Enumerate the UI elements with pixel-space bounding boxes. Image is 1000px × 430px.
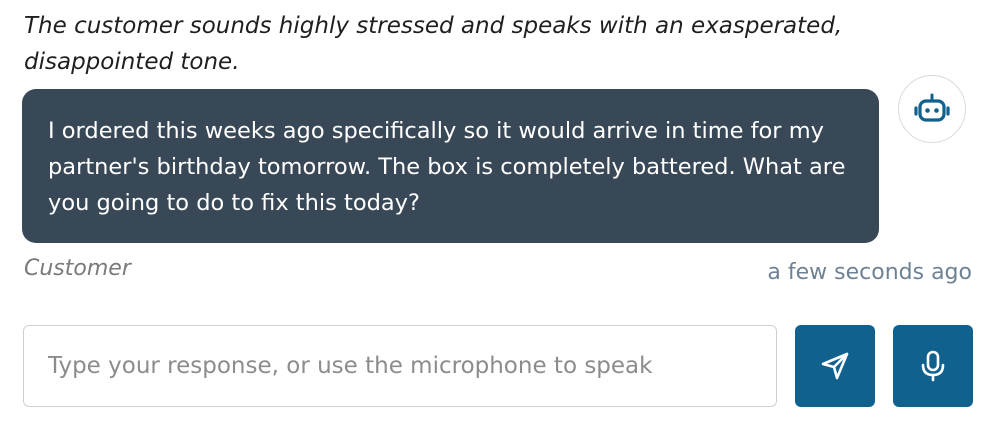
microphone-button[interactable] bbox=[893, 325, 973, 407]
message-text: I ordered this weeks ago specifically so… bbox=[48, 118, 846, 216]
send-icon bbox=[821, 352, 849, 380]
sender-label: Customer bbox=[24, 256, 131, 281]
tone-description: The customer sounds highly stressed and … bbox=[24, 13, 843, 75]
message-timestamp: a few seconds ago bbox=[767, 260, 972, 285]
robot-icon bbox=[914, 93, 950, 122]
send-button[interactable] bbox=[795, 325, 875, 407]
response-input[interactable] bbox=[23, 325, 777, 407]
bot-avatar bbox=[898, 75, 966, 143]
microphone-icon bbox=[921, 350, 945, 382]
customer-message-bubble: I ordered this weeks ago specifically so… bbox=[22, 89, 879, 243]
